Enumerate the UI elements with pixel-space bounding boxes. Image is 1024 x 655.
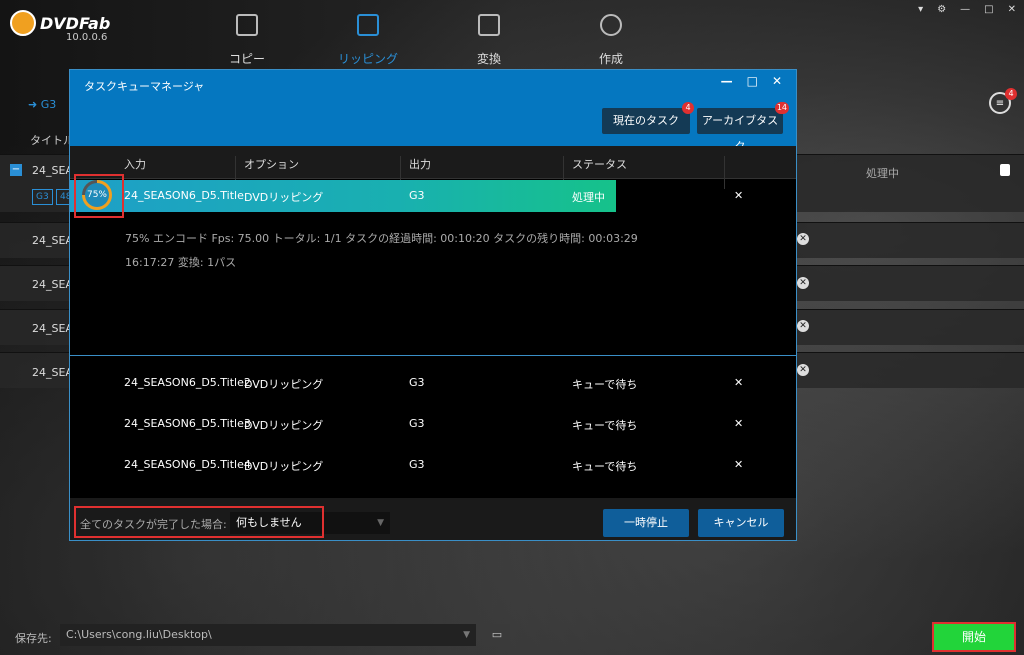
lock-icon: [1000, 164, 1010, 176]
dialog-footer: 全てのタスクが完了した場合: 何もしません ▼ 一時停止 キャンセル: [70, 498, 796, 540]
nav-label: リッピング: [337, 52, 398, 66]
save-path-select[interactable]: C:\Users\cong.liu\Desktop\ ▼: [60, 624, 476, 646]
task-input: 24_SEASON6_D5.Title4: [124, 458, 251, 471]
bg-title: 24_SEA: [32, 366, 73, 379]
current-tasks-button[interactable]: 現在のタスク 4: [602, 102, 694, 134]
ripper-icon: [357, 14, 379, 36]
chevron-down-icon: ▼: [377, 518, 384, 528]
column-option: オプション: [244, 158, 299, 171]
remove-icon[interactable]: ✕: [797, 277, 809, 289]
remove-task-icon[interactable]: ✕: [734, 458, 743, 471]
logo-icon: [10, 10, 36, 36]
profile-chip[interactable]: G3: [32, 189, 53, 205]
task-status: キューで待ち: [572, 419, 638, 432]
active-task-row[interactable]: 75% 24_SEASON6_D5.Title DVDリッピング G3 処理中 …: [70, 180, 796, 212]
task-option: DVDリッピング: [244, 419, 324, 432]
close-icon[interactable]: ✕: [1008, 4, 1016, 15]
task-time-detail: 16:17:27 変換: 1パス: [125, 256, 237, 269]
app-name: DVDFab: [40, 13, 111, 33]
breadcrumb[interactable]: ➜ G3: [28, 98, 56, 111]
task-option: DVDリッピング: [244, 191, 324, 204]
nav-creator[interactable]: 作成: [576, 14, 646, 67]
task-output: G3: [409, 417, 425, 430]
nav-label: コピー: [228, 52, 265, 66]
archive-tasks-badge: 14: [774, 102, 789, 114]
highlight-box: [74, 506, 324, 538]
task-input: 24_SEASON6_D5.Title3: [124, 417, 251, 430]
maximize-icon[interactable]: □: [747, 74, 758, 88]
current-tasks-badge: 4: [682, 102, 694, 114]
task-input: 24_SEASON6_D5.Title2: [124, 376, 251, 389]
divider: [70, 355, 796, 356]
start-button[interactable]: 開始: [932, 622, 1016, 652]
creator-icon: [600, 14, 622, 36]
remove-icon[interactable]: ✕: [797, 233, 809, 245]
remove-task-icon[interactable]: ✕: [734, 189, 743, 202]
queued-task-row[interactable]: 24_SEASON6_D5.Title2 DVDリッピング G3 キューで待ち …: [70, 370, 796, 400]
minimize-icon[interactable]: —: [721, 74, 733, 88]
remove-task-icon[interactable]: ✕: [734, 376, 743, 389]
task-input: 24_SEASON6_D5.Title: [124, 189, 244, 202]
nav-label: 変換: [476, 52, 501, 66]
title-column-header: タイトル: [30, 134, 74, 147]
task-queue-dialog: タスクキューマネージャ — □ ✕ 現在のタスク 4 アーカイブタスク 14 入…: [69, 69, 797, 541]
bg-title: 24_SEA: [32, 322, 73, 335]
bg-status: 処理中: [866, 167, 899, 180]
skin-icon[interactable]: ▾: [918, 4, 923, 15]
dialog-header: タスクキューマネージャ — □ ✕ 現在のタスク 4 アーカイブタスク 14: [70, 70, 796, 153]
archive-tasks-button[interactable]: アーカイブタスク 14: [697, 102, 789, 153]
save-to-label: 保存先:: [15, 632, 52, 645]
collapse-checkbox[interactable]: −: [10, 164, 22, 176]
copy-icon: [236, 14, 258, 36]
task-status: キューで待ち: [572, 378, 638, 391]
task-output: G3: [409, 458, 425, 471]
task-option: DVDリッピング: [244, 378, 324, 391]
nav-label: 作成: [598, 52, 623, 66]
window-controls: ▾ ⚙ — □ ✕: [918, 4, 1016, 15]
chevron-down-icon: ▼: [463, 630, 470, 640]
queued-task-row[interactable]: 24_SEASON6_D5.Title4 DVDリッピング G3 キューで待ち …: [70, 452, 796, 482]
nav-copy[interactable]: コピー: [212, 14, 282, 67]
remove-icon[interactable]: ✕: [797, 364, 809, 376]
task-output: G3: [409, 189, 425, 202]
column-headers: 入力 オプション 出力 ステータス: [70, 146, 796, 189]
queued-task-row[interactable]: 24_SEASON6_D5.Title3 DVDリッピング G3 キューで待ち …: [70, 411, 796, 441]
close-icon[interactable]: ✕: [772, 74, 782, 88]
nav-ripper[interactable]: リッピング: [333, 14, 403, 67]
converter-icon: [478, 14, 500, 36]
remove-task-icon[interactable]: ✕: [734, 417, 743, 430]
bg-title: 24_SEA: [32, 234, 73, 247]
column-output: 出力: [409, 158, 431, 171]
bg-title: 24_SEA: [32, 278, 73, 291]
task-count-badge: 4: [1005, 88, 1017, 100]
folder-icon[interactable]: ▭: [484, 624, 510, 646]
highlight-box: [74, 174, 124, 218]
task-status: キューで待ち: [572, 460, 638, 473]
task-queue-icon[interactable]: ≡ 4: [989, 88, 1017, 114]
task-status: 処理中: [572, 191, 605, 204]
app-version: 10.0.0.6: [66, 32, 108, 43]
maximize-icon[interactable]: □: [984, 4, 993, 15]
settings-icon[interactable]: ⚙: [937, 4, 946, 15]
nav-converter[interactable]: 変換: [454, 14, 524, 67]
column-input: 入力: [124, 158, 146, 171]
pause-button[interactable]: 一時停止: [603, 509, 689, 537]
dialog-title: タスクキューマネージャ: [84, 80, 205, 93]
column-status: ステータス: [572, 158, 627, 171]
minimize-icon[interactable]: —: [960, 4, 970, 15]
task-output: G3: [409, 376, 425, 389]
bg-title: 24_SEA: [32, 164, 73, 177]
task-progress-detail: 75% エンコード Fps: 75.00 トータル: 1/1 タスクの経過時間:…: [125, 232, 638, 245]
task-option: DVDリッピング: [244, 460, 324, 473]
cancel-button[interactable]: キャンセル: [698, 509, 784, 537]
remove-icon[interactable]: ✕: [797, 320, 809, 332]
